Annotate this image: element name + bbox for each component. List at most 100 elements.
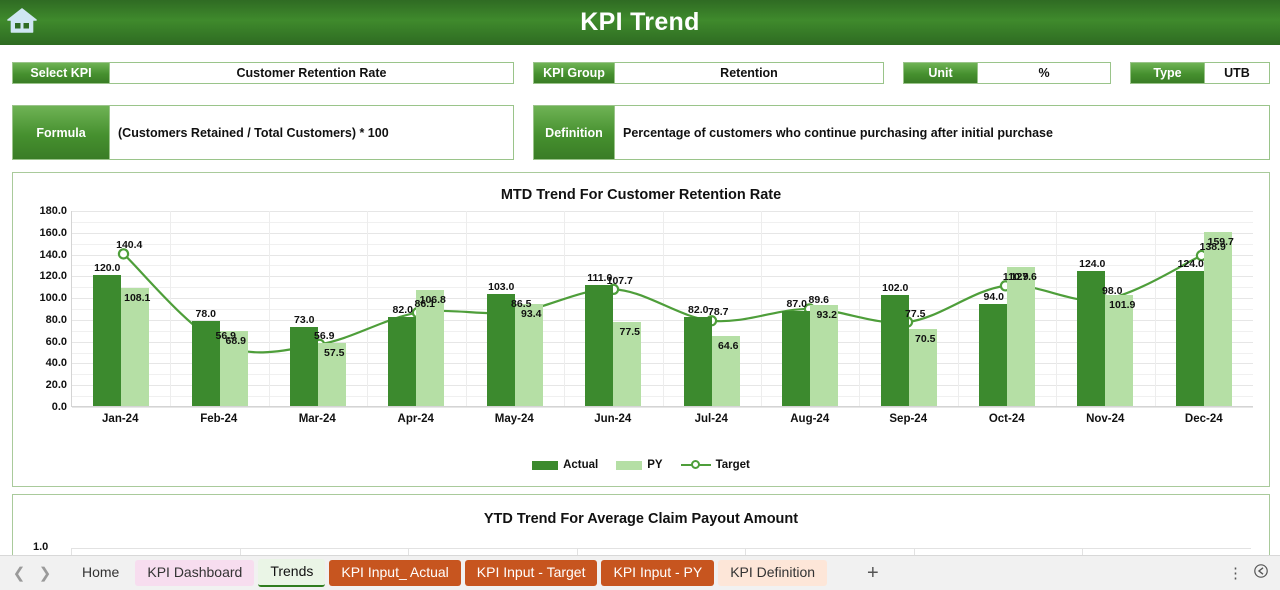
sheet-tab-list: Home KPI Dashboard Trends KPI Input_ Actual… — [70, 558, 828, 588]
bar-py — [1203, 232, 1232, 406]
home-icon — [7, 6, 37, 39]
bar-actual — [486, 293, 515, 406]
y-axis-tick: 20.0 — [45, 379, 67, 392]
x-axis-label: Nov-24 — [1086, 413, 1125, 425]
data-label-actual: 120.0 — [94, 262, 121, 275]
y-axis-tick: 100.0 — [39, 292, 67, 305]
sheet-tab-home[interactable]: Home — [70, 560, 131, 587]
y-axis-tick: 180.0 — [39, 205, 67, 217]
x-axis-label: Oct-24 — [988, 413, 1025, 425]
select-kpi-field[interactable]: Select KPI Customer Retention Rate — [12, 62, 514, 84]
sheet-tab-kpi-dashboard[interactable]: KPI Dashboard — [135, 559, 255, 587]
legend-swatch-actual — [532, 460, 559, 470]
y-axis-tick: 120.0 — [39, 270, 67, 283]
legend-label-py: PY — [647, 459, 663, 471]
type-label: Type — [1131, 63, 1204, 83]
data-label-target: 110.9 — [1002, 271, 1029, 284]
y-axis-tick: 80.0 — [45, 313, 67, 326]
data-label-actual: 124.0 — [1177, 257, 1204, 270]
y-axis-tick: 140.0 — [39, 248, 67, 261]
type-value: UTB — [1204, 63, 1269, 83]
data-label-target: 56.9 — [314, 330, 335, 343]
unit-label: Unit — [904, 63, 977, 83]
y-axis-tick: 40.0 — [45, 357, 67, 370]
data-label-actual: 82.0 — [392, 303, 413, 316]
data-label-target: 107.7 — [606, 274, 633, 287]
data-label-target: 86.1 — [414, 298, 435, 311]
kpi-group-value: Retention — [614, 63, 883, 83]
sheet-tab-kpi-input-py[interactable]: KPI Input - PY — [601, 559, 715, 587]
data-label-py: 108.1 — [124, 292, 151, 305]
kpi-group-field: KPI Group Retention — [533, 62, 884, 84]
y-axis-tick: 60.0 — [45, 335, 67, 348]
data-label-py: 70.5 — [915, 333, 936, 346]
x-axis-label: Jul-24 — [694, 413, 728, 425]
sheet-tab-trends[interactable]: Trends — [258, 558, 326, 588]
collapse-icon[interactable] — [1254, 563, 1268, 583]
x-axis-label: Sep-24 — [889, 413, 928, 425]
chart-title: MTD Trend For Customer Retention Rate — [500, 187, 782, 203]
data-label-target: 140.4 — [116, 239, 143, 252]
plot-canvas: 120.0 108.1 140.4 78.0 68.9 56.9 73.0 57.5 56.9 8… — [71, 211, 1253, 408]
data-label-py: 101.9 — [1109, 299, 1136, 312]
bar-py — [1007, 267, 1035, 406]
data-label-target: 86.5 — [511, 297, 532, 310]
app-title-bar: KPI Trend — [0, 0, 1280, 45]
select-kpi-value[interactable]: Customer Retention Rate — [109, 63, 513, 83]
data-label-py: 57.5 — [324, 347, 345, 360]
bar-py — [121, 288, 150, 406]
bar-actual — [388, 316, 417, 406]
bar-group — [1056, 211, 1154, 406]
legend-label-actual: Actual — [563, 459, 599, 471]
x-axis-label: May-24 — [494, 413, 534, 425]
bar-actual — [683, 316, 712, 406]
legend-swatch-target — [680, 460, 711, 470]
x-axis-label: Feb-24 — [200, 413, 238, 425]
gridline — [72, 407, 1253, 408]
data-label-actual: 87.0 — [786, 298, 807, 311]
x-axis-label: Jan-24 — [102, 413, 139, 425]
bar-group — [269, 211, 367, 406]
type-field: Type UTB — [1130, 62, 1270, 84]
add-sheet-button[interactable]: + — [855, 562, 891, 585]
bar-group — [170, 211, 268, 406]
unit-field: Unit % — [903, 62, 1111, 84]
x-axis-label: Apr-24 — [397, 413, 434, 425]
chevron-right-icon[interactable]: ❯ — [32, 560, 58, 586]
bar-actual — [1175, 270, 1204, 406]
select-kpi-label: Select KPI — [13, 63, 109, 83]
page-title: KPI Trend — [580, 8, 700, 36]
data-label-target: 89.6 — [808, 294, 829, 307]
bar-actual — [782, 311, 811, 406]
x-axis-categories: Jan-24 Feb-24 Mar-24 Apr-24 May-24 Jun-24 Jul-… — [71, 409, 1253, 429]
tab-bar-right: ⋮ — [1228, 563, 1274, 583]
sheet-tab-kpi-input-actual[interactable]: KPI Input_ Actual — [329, 559, 461, 587]
x-axis-label: Dec-24 — [1184, 413, 1223, 425]
definition-field: Definition Percentage of customers who c… — [533, 105, 1270, 160]
sheet-tab-kpi-input-target[interactable]: KPI Input - Target — [464, 559, 598, 587]
data-label-target: 77.5 — [905, 307, 926, 320]
bar-group — [958, 211, 1056, 406]
mtd-trend-chart-panel: MTD Trend For Customer Retention Rate 0.… — [12, 172, 1270, 487]
legend-item-actual: Actual — [532, 459, 598, 471]
data-label-target: 56.9 — [215, 330, 236, 343]
data-label-target: 138.9 — [1199, 240, 1226, 253]
home-button[interactable] — [0, 0, 44, 45]
ytd-trend-chart-panel: YTD Trend For Average Claim Payout Amoun… — [12, 494, 1270, 564]
formula-field: Formula (Customers Retained / Total Cust… — [12, 105, 514, 160]
more-options-icon[interactable]: ⋮ — [1228, 564, 1244, 582]
x-axis-label: Aug-24 — [790, 413, 830, 425]
data-label-actual: 103.0 — [488, 280, 515, 293]
legend-item-py: PY — [616, 459, 663, 471]
chevron-left-icon[interactable]: ❮ — [6, 560, 32, 586]
data-label-target: 78.7 — [708, 306, 729, 319]
x-axis-label: Jun-24 — [594, 413, 632, 425]
sheet-tab-kpi-definition[interactable]: KPI Definition — [718, 559, 828, 587]
definition-label: Definition — [534, 106, 614, 159]
legend-label-target: Target — [715, 459, 750, 471]
data-label-actual: 94.0 — [983, 290, 1004, 303]
legend-swatch-py — [616, 460, 643, 470]
definition-value: Percentage of customers who continue pur… — [614, 106, 1269, 159]
kpi-meta-fields: Select KPI Customer Retention Rate KPI G… — [0, 45, 1280, 165]
data-label-actual: 124.0 — [1079, 257, 1106, 270]
